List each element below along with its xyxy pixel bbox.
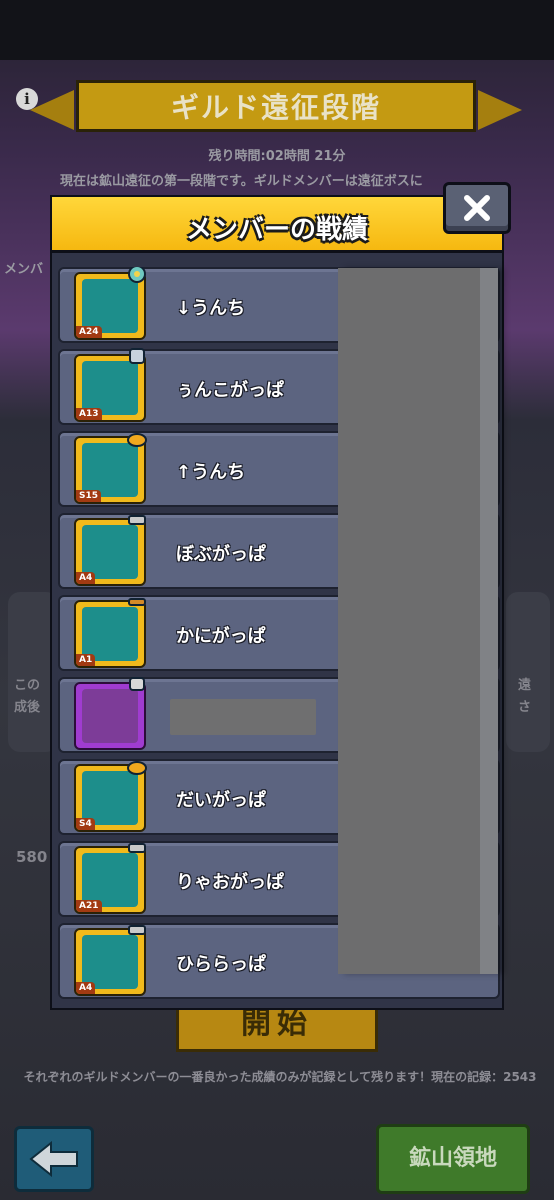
tool-badge-icon: [128, 925, 146, 935]
stage-banner: ギルド遠征段階: [76, 80, 476, 132]
record-note: それぞれのギルドメンバーの一番良かった成績のみが記録として残ります！現在の記録：…: [23, 1070, 537, 1084]
member-level: A4: [76, 982, 96, 994]
banner-right-arrow: [478, 90, 522, 130]
redacted-name: [170, 699, 316, 735]
score-number: 580: [16, 848, 48, 866]
modal-title: メンバーの戦績: [185, 215, 368, 245]
kappa-character-icon: [82, 935, 138, 989]
member-name: かにがっぱ: [176, 626, 266, 647]
kappa-character-icon: [82, 361, 138, 415]
right-panel: [506, 592, 550, 752]
member-level: S4: [76, 818, 95, 830]
member-level: A24: [76, 326, 102, 338]
member-level: A1: [76, 654, 96, 666]
member-level: S15: [76, 490, 102, 502]
kappa-character-icon: [82, 853, 138, 907]
member-level: A4: [76, 572, 96, 584]
status-bar: [0, 0, 554, 60]
close-icon: [464, 195, 490, 221]
cat-badge-icon: [129, 677, 145, 691]
back-arrow-icon: [29, 1141, 78, 1177]
kappa-character-icon: [82, 607, 138, 661]
member-name: ひららっぱ: [176, 954, 266, 975]
kappa-character-icon: [82, 443, 138, 497]
modal-header: メンバーの戦績: [52, 197, 502, 253]
kappa-character-icon: [82, 525, 138, 579]
member-name: ↓うんち: [176, 298, 246, 319]
back-button: [14, 1126, 94, 1192]
mine-territory-button: 鉱山領地: [376, 1124, 530, 1194]
member-name: ↑うんち: [176, 462, 246, 483]
close-button[interactable]: [443, 182, 511, 234]
wrench-badge-icon: [128, 598, 146, 606]
member-name: だいがっぱ: [176, 790, 266, 811]
cat-character-icon: [82, 689, 138, 743]
pot-badge-icon: [127, 433, 147, 447]
redacted-scores: [338, 268, 498, 974]
left-panel-text: この 成後: [14, 678, 41, 715]
member-name: りゃおがっぱ: [176, 872, 284, 893]
kappa-character-icon: [82, 279, 138, 333]
scroll-badge-icon: [129, 348, 145, 364]
tool-badge-icon: [128, 843, 146, 853]
member-level: A13: [76, 408, 102, 420]
right-panel-text: 遠 さ: [518, 678, 532, 715]
member-name: ぅんこがっぱ: [176, 380, 284, 401]
time-left: 残り時間:02時間 21分: [208, 149, 346, 164]
side-label: メンバ: [4, 262, 44, 277]
tool-badge-icon: [128, 515, 146, 525]
pot-badge-icon: [127, 761, 147, 775]
kappa-character-icon: [82, 771, 138, 825]
member-level: A21: [76, 900, 102, 912]
member-name: ぼぶがっぱ: [176, 544, 266, 565]
banner-left-arrow: [30, 90, 74, 130]
gear-badge-icon: [128, 267, 146, 283]
